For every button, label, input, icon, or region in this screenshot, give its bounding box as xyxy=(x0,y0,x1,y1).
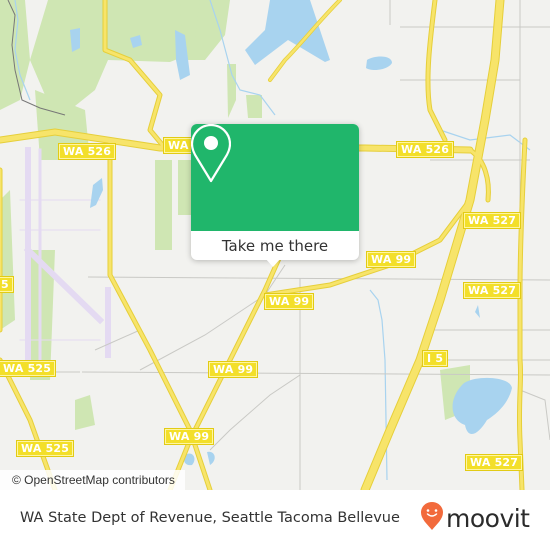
location-popup: Take me there xyxy=(191,124,359,267)
take-me-there-button[interactable]: Take me there xyxy=(191,231,359,260)
moovit-wordmark: moovit xyxy=(446,503,530,533)
road-shield-wa525: WA 525 xyxy=(16,440,75,457)
location-title: WA State Dept of Revenue, Seattle Tacoma… xyxy=(20,510,400,526)
road-shield-wa525: WA 525 xyxy=(0,360,57,377)
location-popup-header[interactable] xyxy=(191,124,359,231)
road-shield-wa99: WA 99 xyxy=(208,361,259,378)
road-shield-wa526: WA xyxy=(163,137,194,154)
footer-bar: WA State Dept of Revenue, Seattle Tacoma… xyxy=(0,490,550,550)
moovit-logo: moovit xyxy=(420,501,530,535)
road-shield-wa99: WA 99 xyxy=(366,251,417,268)
road-shield-i5: I 5 xyxy=(422,350,449,367)
road-shield-wa526: WA 526 xyxy=(396,141,455,158)
moovit-logo-icon xyxy=(420,501,444,535)
popup-pointer xyxy=(265,258,281,267)
map-view[interactable]: WA 526 WA WA 526 WA 527 WA 99 WA 527 WA … xyxy=(0,0,550,490)
road-shield-wa99: WA 99 xyxy=(264,293,315,310)
road-shield-wa526: WA 526 xyxy=(58,143,117,160)
road-shield-wa527: WA 527 xyxy=(465,454,524,471)
road-shield-wa527: WA 527 xyxy=(463,212,522,229)
map-attribution[interactable]: © OpenStreetMap contributors xyxy=(0,470,185,490)
road-shield-wa99: WA 99 xyxy=(164,428,215,445)
road-shield-wa527: WA 527 xyxy=(463,282,522,299)
road-shield-wa525: 5 xyxy=(0,276,14,293)
